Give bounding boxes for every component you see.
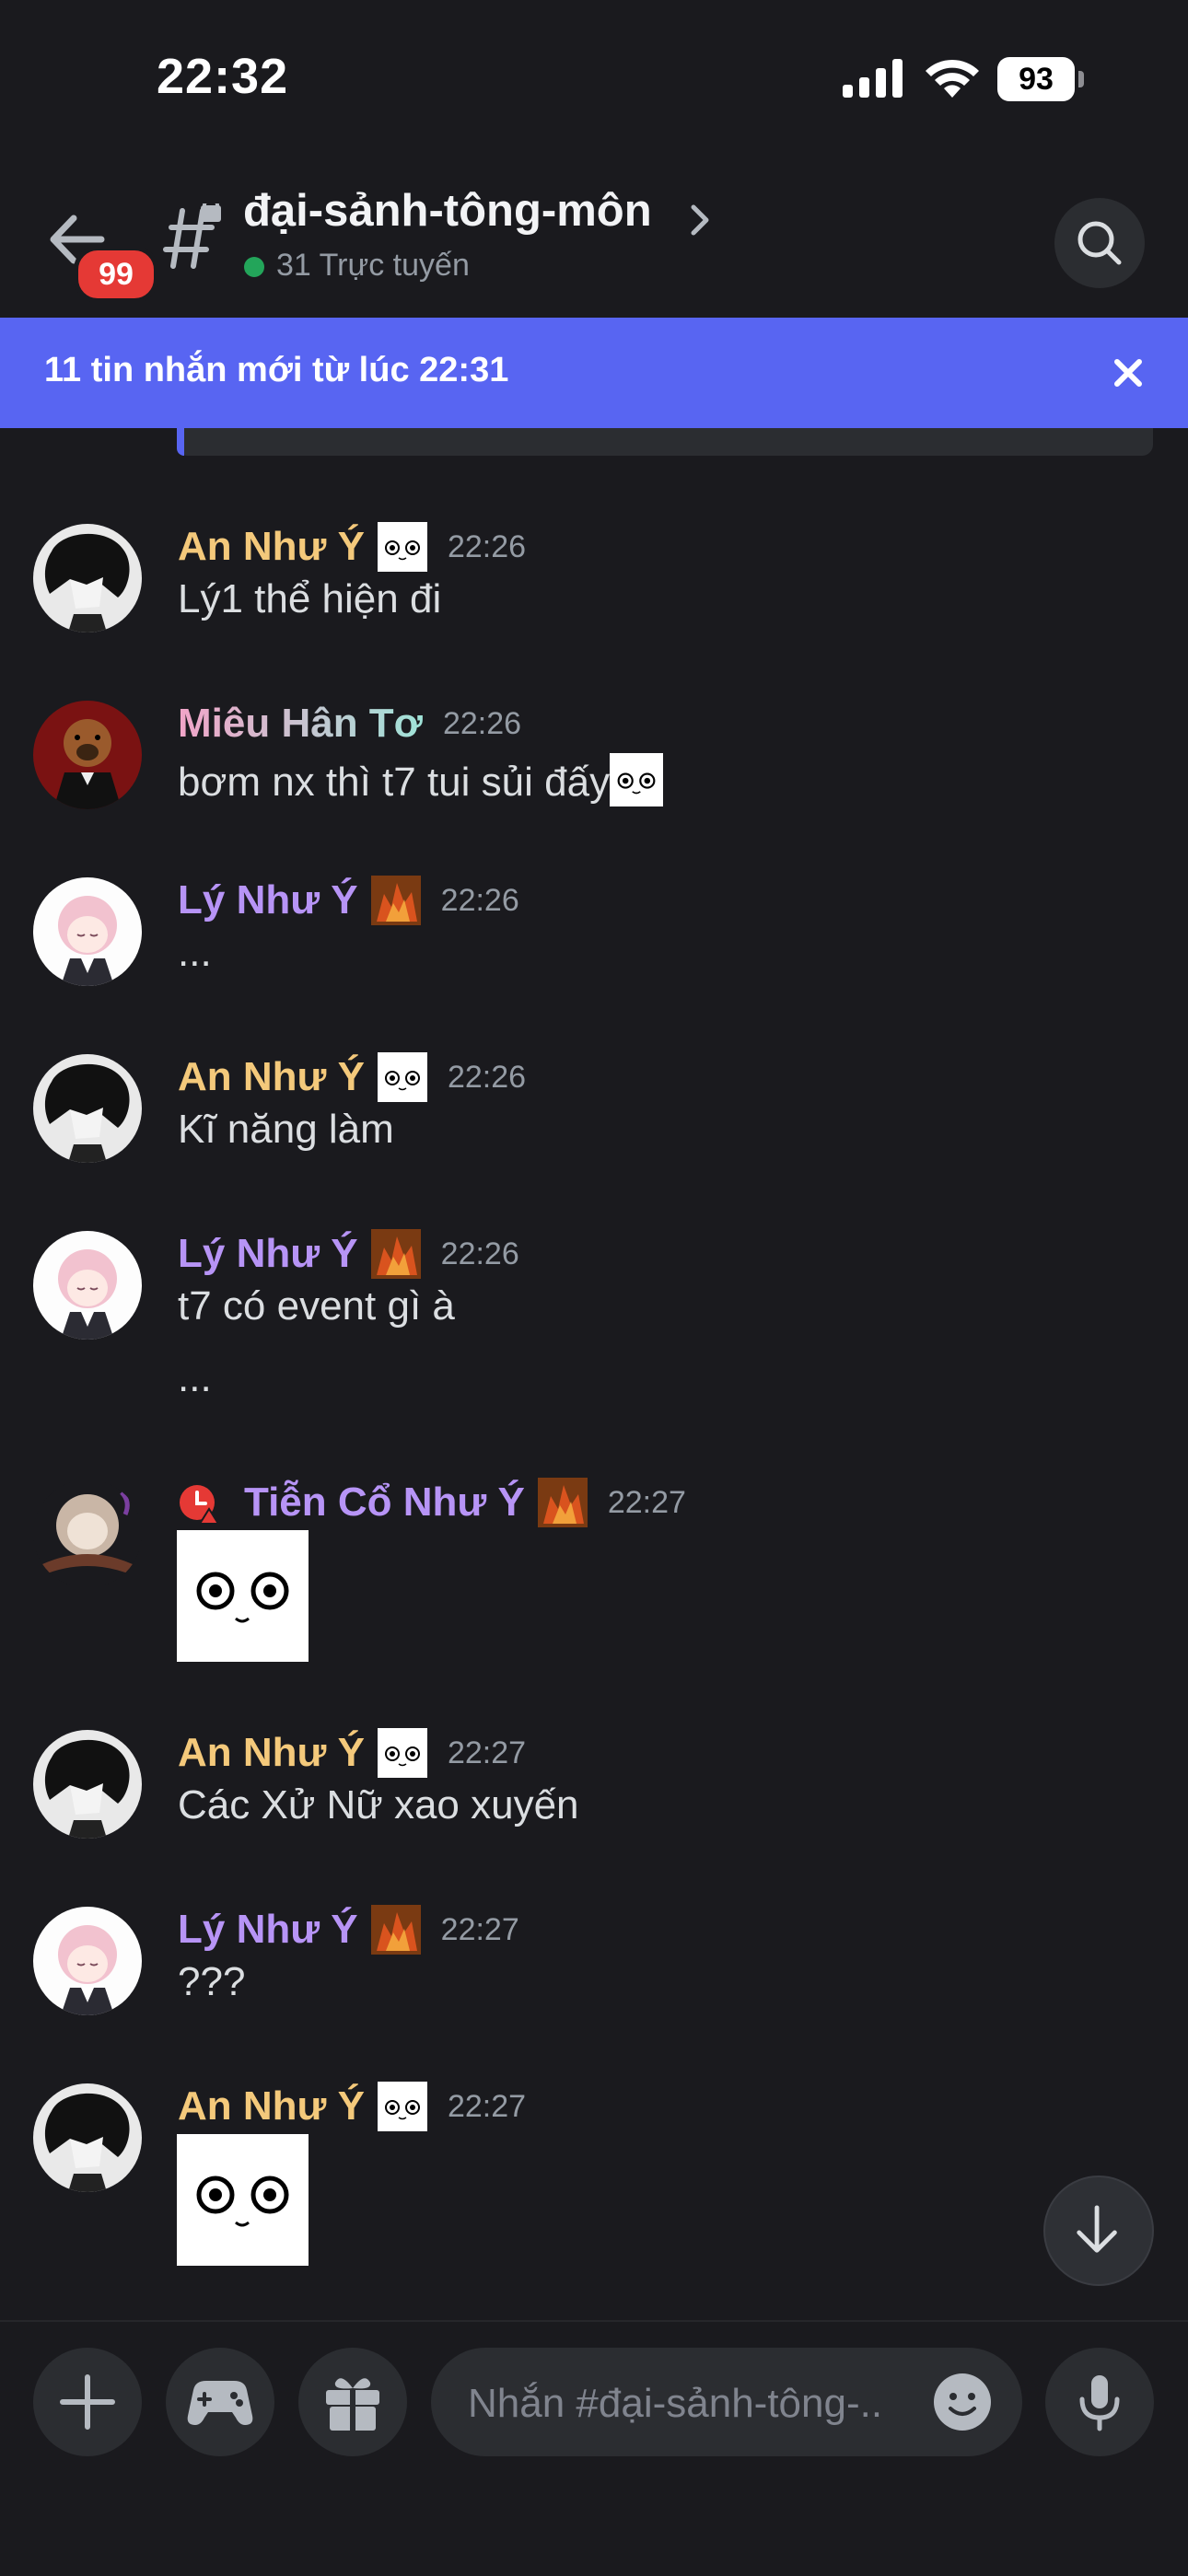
embed-remnant	[177, 428, 1153, 456]
message-text-row: bơm nx thì t7 tui sủi đấy	[178, 751, 665, 808]
timestamp: 22:27	[607, 1484, 686, 1520]
author-name[interactable]: An Như Ý	[178, 524, 365, 570]
message-header: Lý Như Ý 22:27	[178, 1902, 519, 1957]
sticker-image[interactable]	[177, 1530, 309, 1662]
battery-indicator: 93	[997, 57, 1086, 101]
message-text: Các Xử Nữ xao xuyến	[178, 1782, 579, 1828]
message-input-placeholder: Nhắn #đại-sảnh-tông-..	[468, 2381, 883, 2426]
activities-button[interactable]	[166, 2348, 274, 2456]
avatar[interactable]	[33, 1231, 142, 1340]
author-name[interactable]: An Như Ý	[178, 1054, 365, 1100]
message-header: Lý Như Ý 22:26	[178, 1226, 519, 1282]
avatar[interactable]	[33, 524, 142, 632]
battery-level: 93	[997, 57, 1075, 101]
battery-tip	[1078, 71, 1084, 87]
message-text: ...	[178, 1355, 212, 1400]
gamepad-icon	[187, 2381, 253, 2425]
message-text: ???	[178, 1959, 246, 2004]
voice-message-button[interactable]	[1045, 2348, 1154, 2456]
author-name[interactable]: An Như Ý	[178, 1730, 365, 1776]
add-attachment-button[interactable]	[33, 2348, 142, 2456]
status-bar: 22:32 93	[0, 0, 1188, 161]
role-icon	[370, 876, 421, 925]
scroll-to-bottom-button[interactable]	[1043, 2176, 1154, 2286]
timestamp: 22:26	[442, 705, 522, 741]
avatar[interactable]	[33, 1054, 142, 1163]
timestamp: 22:26	[440, 1236, 519, 1271]
avatar[interactable]	[33, 701, 142, 809]
timestamp: 22:26	[447, 1059, 527, 1095]
role-icon	[377, 1728, 427, 1778]
message-text: Lý1 thể hiện đi	[178, 576, 442, 621]
avatar[interactable]	[33, 1730, 142, 1839]
search-button[interactable]	[1054, 198, 1145, 288]
author-name[interactable]: An Như Ý	[178, 2083, 365, 2129]
channel-header: 99 đại-sảnh-tông-môn 31 Trực tuyến	[0, 161, 1188, 318]
author-name[interactable]: Lý Như Ý	[178, 1231, 358, 1277]
role-icon	[370, 1905, 421, 1955]
role-icon	[377, 522, 427, 572]
message-header: Tiễn Cổ Như Ý 22:27	[178, 1475, 686, 1530]
emoji-icon[interactable]	[932, 2372, 993, 2432]
gift-icon	[326, 2378, 379, 2432]
author-name[interactable]: Lý Như Ý	[178, 877, 358, 923]
chevron-right-icon[interactable]	[686, 200, 714, 240]
message-text: t7 có event gì à	[178, 1283, 455, 1329]
mic-icon	[1079, 2375, 1120, 2431]
wifi-icon	[926, 59, 979, 98]
plus-icon	[60, 2374, 115, 2430]
message-composer: Nhắn #đại-sảnh-tông-..	[0, 2320, 1188, 2576]
message-header: Miêu Hân Tơ 22:26	[178, 696, 521, 751]
new-messages-bar[interactable]: 11 tin nhắn mới từ lúc 22:31	[0, 318, 1188, 428]
message-text: Kĩ năng làm	[178, 1107, 394, 1152]
close-icon[interactable]	[1110, 354, 1147, 391]
role-icon	[377, 2082, 427, 2131]
sticker-image[interactable]	[177, 2134, 309, 2266]
message-header: An Như Ý 22:27	[178, 1725, 526, 1781]
avatar[interactable]	[33, 877, 142, 986]
message-header: Lý Như Ý 22:26	[178, 873, 519, 928]
avatar[interactable]	[33, 2083, 142, 2192]
channel-name[interactable]: đại-sảnh-tông-môn	[243, 185, 652, 237]
timestamp: 22:26	[440, 882, 519, 918]
message-text: bơm nx thì t7 tui sủi đấy	[178, 760, 611, 805]
author-name[interactable]: Tiễn Cổ Như Ý	[244, 1479, 525, 1526]
emoji-face-icon	[609, 751, 665, 808]
author-name[interactable]: Miêu Hân Tơ	[178, 701, 423, 747]
online-count: 31 Trực tuyến	[276, 248, 470, 283]
message-header: An Như Ý 22:27	[178, 2079, 526, 2134]
author-name[interactable]: Lý Như Ý	[178, 1907, 358, 1953]
online-status-dot	[244, 257, 264, 277]
gift-button[interactable]	[298, 2348, 407, 2456]
arrow-down-icon	[1077, 2205, 1117, 2253]
do-not-disturb-icon	[180, 1485, 220, 1524]
message-text: ...	[178, 930, 212, 975]
cellular-signal-icon	[843, 59, 903, 98]
timestamp: 22:27	[447, 2088, 527, 2124]
avatar[interactable]	[33, 1479, 142, 1588]
message-header: An Như Ý 22:26	[178, 1050, 526, 1105]
unread-badge: 99	[74, 246, 158, 303]
role-icon	[537, 1478, 588, 1527]
timestamp: 22:27	[447, 1735, 527, 1770]
search-icon	[1077, 221, 1122, 265]
status-time: 22:32	[157, 49, 289, 104]
message-header: An Như Ý 22:26	[178, 519, 526, 574]
timestamp: 22:27	[440, 1911, 519, 1947]
new-messages-text: 11 tin nhắn mới từ lúc 22:31	[44, 351, 509, 389]
channel-lock-icon	[163, 203, 221, 269]
role-icon	[377, 1052, 427, 1102]
timestamp: 22:26	[447, 528, 527, 564]
role-icon	[370, 1229, 421, 1279]
avatar[interactable]	[33, 1907, 142, 2015]
message-input[interactable]: Nhắn #đại-sảnh-tông-..	[431, 2348, 1022, 2456]
